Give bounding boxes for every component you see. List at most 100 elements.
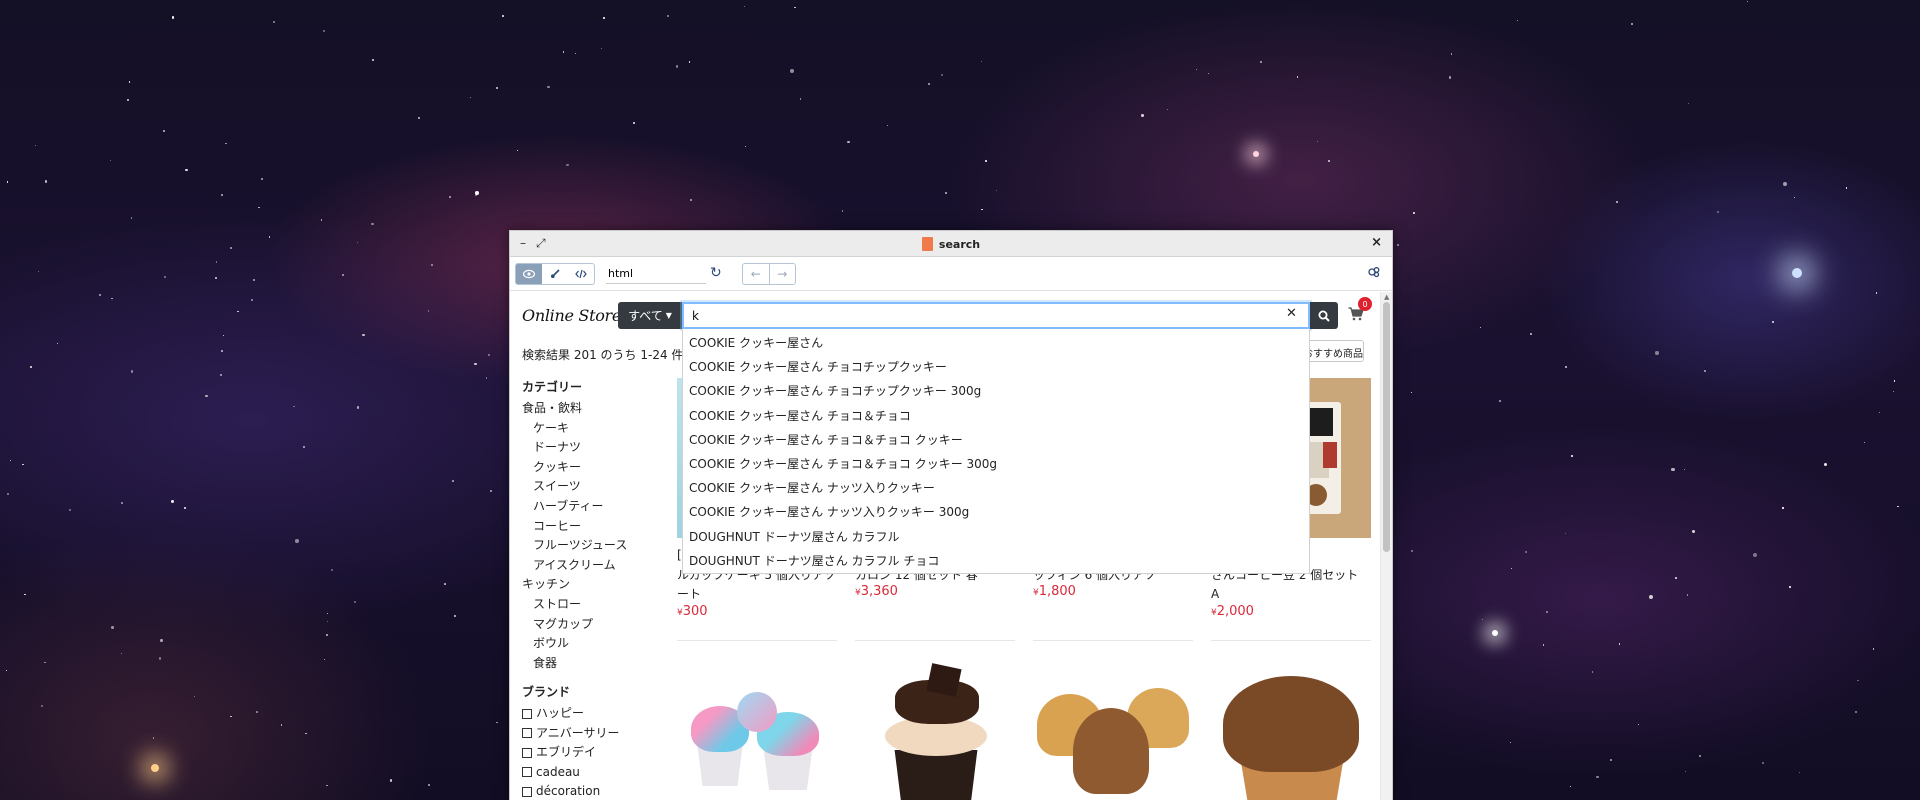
scrollbar-thumb[interactable] (1383, 302, 1390, 552)
brand-filter[interactable]: エブリデイ (522, 743, 662, 762)
cupcake-image[interactable] (677, 654, 837, 800)
brand-filter[interactable]: アニバーサリー (522, 724, 662, 743)
star (222, 334, 224, 337)
search-button[interactable] (1310, 302, 1338, 329)
chocolate-cupcake-image[interactable] (855, 654, 1015, 800)
star (1655, 351, 1659, 355)
autocomplete-option[interactable]: COOKIE クッキー屋さん チョコ＆チョコ (683, 404, 1309, 428)
store-logo[interactable]: Online Store (522, 306, 621, 325)
product-card[interactable] (1211, 654, 1371, 800)
star (688, 61, 691, 63)
scroll-up-icon[interactable]: ▲ (1384, 293, 1389, 301)
star (37, 270, 39, 272)
sidebar-subcategory[interactable]: ストロー (522, 595, 662, 615)
sidebar-category[interactable]: キッチン (522, 575, 662, 595)
autocomplete-option[interactable]: DOUGHNUT ドーナツ屋さん カラフル チョコ (683, 549, 1309, 573)
sidebar-subcategory[interactable]: ケーキ (522, 419, 662, 439)
product-card[interactable] (855, 654, 1015, 800)
settings-icon[interactable] (1368, 266, 1380, 281)
caret-down-icon: ▼ (665, 311, 672, 320)
star (452, 479, 454, 482)
star (229, 247, 232, 250)
checkbox[interactable] (522, 747, 532, 758)
autocomplete-option[interactable]: COOKIE クッキー屋さん チョコ＆チョコ クッキー (683, 428, 1309, 452)
sidebar-subcategory[interactable]: スイーツ (522, 477, 662, 497)
checkbox[interactable] (522, 786, 532, 797)
sidebar-subcategory[interactable]: ドーナツ (522, 438, 662, 458)
star (1316, 140, 1318, 142)
bright-star (1253, 151, 1259, 157)
url-field[interactable] (606, 264, 706, 284)
product-card[interactable] (1033, 654, 1193, 800)
checkbox[interactable] (522, 728, 532, 739)
sort-select[interactable]: おすすめ商品▼ (1302, 340, 1364, 362)
star (1675, 577, 1677, 579)
star (675, 65, 679, 68)
clear-search-icon[interactable]: ✕ (1286, 306, 1297, 321)
muffins-image[interactable] (1033, 654, 1193, 800)
price-value: 300 (682, 604, 708, 619)
category-select[interactable]: すべて ▼ (618, 302, 682, 329)
chocolate-muffin-image[interactable] (1211, 654, 1371, 800)
close-icon[interactable]: × (1371, 235, 1382, 250)
brand-heading: ブランド (522, 685, 571, 700)
star (268, 236, 270, 238)
product-card[interactable] (677, 654, 837, 800)
back-arrow-icon[interactable]: ← (743, 264, 770, 284)
sidebar-subcategory[interactable]: アイスクリーム (522, 556, 662, 576)
star (131, 370, 134, 373)
category-select-label: すべて (628, 309, 663, 323)
sort-label: おすすめ商品 (1303, 349, 1363, 360)
brand-label: アニバーサリー (536, 725, 620, 740)
star (305, 732, 307, 734)
star (295, 538, 300, 543)
star (371, 222, 374, 226)
star (1699, 754, 1702, 757)
toolbar: ↻ ← → (510, 257, 1392, 291)
star (302, 446, 305, 449)
star (1746, 0, 1748, 3)
star (666, 14, 670, 17)
star (1630, 23, 1633, 26)
edit-mode-button[interactable] (542, 264, 568, 284)
star (1863, 441, 1865, 443)
reload-icon[interactable]: ↻ (710, 265, 722, 281)
sidebar-category[interactable]: 食品・飲料 (522, 399, 662, 419)
category-heading: カテゴリー (522, 380, 583, 394)
search-input[interactable] (682, 302, 1310, 329)
cart-button[interactable]: 0 (1348, 297, 1372, 325)
checkbox[interactable] (522, 767, 532, 778)
autocomplete-option[interactable]: COOKIE クッキー屋さん チョコチップクッキー (683, 355, 1309, 379)
autocomplete-option[interactable]: COOKIE クッキー屋さん (683, 331, 1309, 355)
brand-filter[interactable]: cadeau (522, 763, 662, 782)
sidebar-subcategory[interactable]: ボウル (522, 634, 662, 654)
sidebar-subcategory[interactable]: 食器 (522, 654, 662, 674)
store-header: Online Store すべて▼ ✕ 0 COOKIE クッキー屋さん COO… (510, 292, 1380, 574)
autocomplete-dropdown: COOKIE クッキー屋さん COOKIE クッキー屋さん チョコチップクッキー… (682, 329, 1310, 574)
autocomplete-option[interactable]: COOKIE クッキー屋さん チョコ＆チョコ クッキー 300g (683, 452, 1309, 476)
autocomplete-option[interactable]: COOKIE クッキー屋さん ナッツ入りクッキー 300g (683, 500, 1309, 524)
autocomplete-option[interactable]: COOKIE クッキー屋さん チョコチップクッキー 300g (683, 379, 1309, 403)
sidebar-subcategory[interactable]: フルーツジュース (522, 536, 662, 556)
star (250, 299, 253, 302)
sidebar-subcategory[interactable]: コーヒー (522, 517, 662, 537)
preview-mode-button[interactable] (516, 264, 542, 284)
sidebar-subcategory[interactable]: マグカップ (522, 615, 662, 635)
brand-filter[interactable]: ハッピー (522, 704, 662, 723)
autocomplete-option[interactable]: COOKIE クッキー屋さん ナッツ入りクッキー (683, 476, 1309, 500)
star (111, 297, 113, 299)
sidebar-subcategory[interactable]: クッキー (522, 458, 662, 478)
star (1410, 391, 1413, 393)
brand-filter[interactable]: décoration (522, 782, 662, 800)
forward-arrow-icon[interactable]: → (770, 264, 796, 284)
code-mode-button[interactable] (568, 264, 594, 284)
checkbox[interactable] (522, 709, 532, 720)
autocomplete-option[interactable]: DOUGHNUT ドーナツ屋さん カラフル (683, 525, 1309, 549)
vertical-scrollbar[interactable]: ▲ (1380, 292, 1392, 800)
star (944, 191, 947, 194)
sidebar-subcategory[interactable]: ハーブティー (522, 497, 662, 517)
star (444, 583, 446, 585)
brand-label: エブリデイ (536, 745, 597, 760)
star (1648, 594, 1653, 600)
star (326, 784, 328, 786)
